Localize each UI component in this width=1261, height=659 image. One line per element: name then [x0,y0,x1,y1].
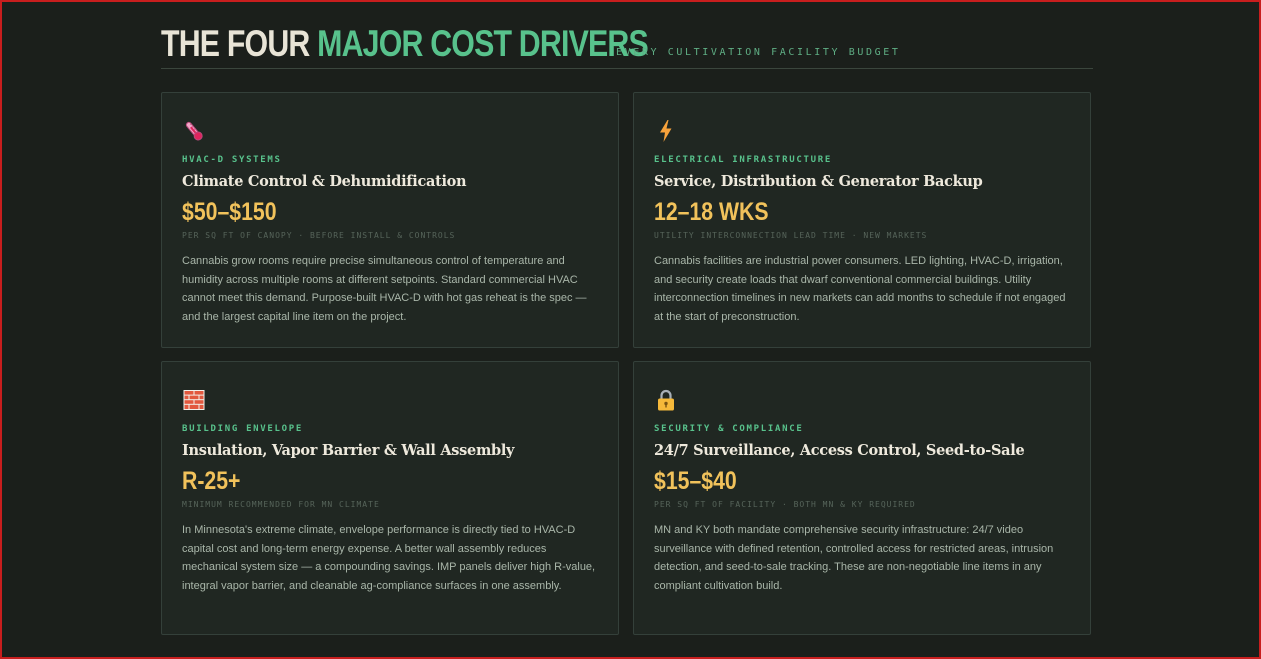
card-stat-note: PER SQ FT OF FACILITY · BOTH MN & KY REQ… [654,500,916,509]
cost-card-electrical: ELECTRICAL INFRASTRUCTURE Service, Distr… [633,92,1091,348]
card-title: 24/7 Surveillance, Access Control, Seed-… [654,442,1025,459]
card-title: Insulation, Vapor Barrier & Wall Assembl… [182,442,515,459]
cost-card-security: SECURITY & COMPLIANCE 24/7 Surveillance,… [633,361,1091,635]
card-stat: $15–$40 [654,467,737,495]
card-category: SECURITY & COMPLIANCE [654,424,804,434]
card-title: Service, Distribution & Generator Backup [654,173,983,190]
card-category: ELECTRICAL INFRASTRUCTURE [654,155,832,165]
card-stat: $50–$150 [182,198,277,226]
thermometer-icon [185,121,203,141]
cost-card-hvac: HVAC-D SYSTEMS Climate Control & Dehumid… [161,92,619,348]
section-subtitle: EVERY CULTIVATION FACILITY BUDGET [616,47,901,58]
lock-icon [658,389,674,411]
card-description: Cannabis facilities are industrial power… [654,255,1066,324]
card-stat: 12–18 WKS [654,198,769,226]
title-accent: MAJOR COST DRIVERS [317,23,649,64]
card-title: Climate Control & Dehumidification [182,173,467,190]
cost-drivers-section: THE FOUR MAJOR COST DRIVERS EVERY CULTIV… [161,22,1093,635]
cost-card-envelope: BUILDING ENVELOPE Insulation, Vapor Barr… [161,361,619,635]
title-light: THE FOUR [161,23,310,64]
card-description: MN and KY both mandate comprehensive sec… [654,524,1054,593]
card-category: BUILDING ENVELOPE [182,424,304,434]
card-stat-note: PER SQ FT OF CANOPY · BEFORE INSTALL & C… [182,231,456,240]
lightning-icon [660,120,672,142]
card-description: Cannabis grow rooms require precise simu… [182,255,587,324]
section-header: THE FOUR MAJOR COST DRIVERS EVERY CULTIV… [161,22,1093,69]
card-stat-note: MINIMUM RECOMMENDED FOR MN CLIMATE [182,500,380,509]
card-stat-note: UTILITY INTERCONNECTION LEAD TIME · NEW … [654,231,928,240]
card-category: HVAC-D SYSTEMS [182,155,282,165]
brick-icon [183,390,205,410]
card-stat: R-25+ [182,467,241,495]
page-title: THE FOUR MAJOR COST DRIVERS [161,22,649,66]
card-description: In Minnesota's extreme climate, envelope… [182,524,596,593]
